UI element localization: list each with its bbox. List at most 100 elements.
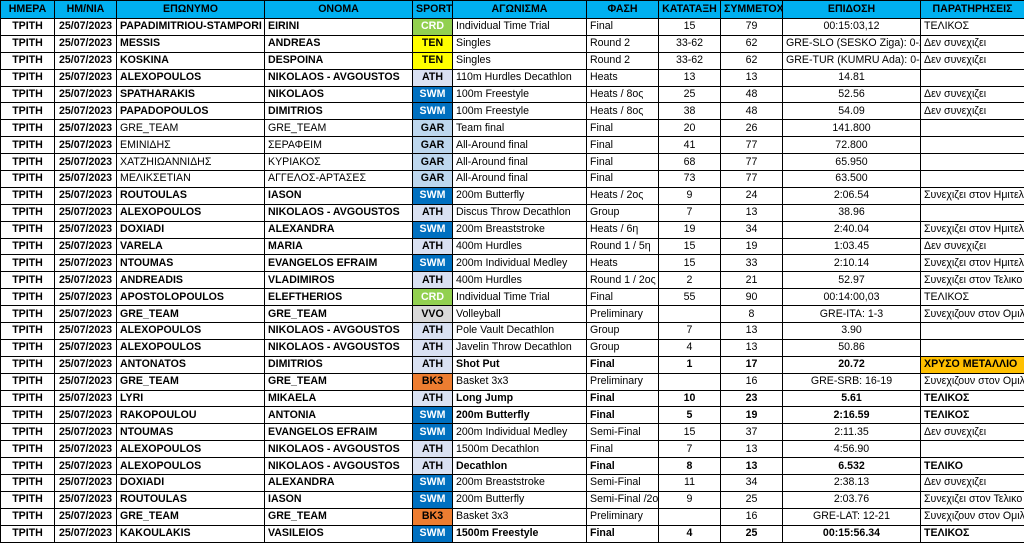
cell-result: 2:38.13 (783, 475, 921, 492)
cell-entries: 25 (721, 491, 783, 508)
column-header-surname: ΕΠΩΝΥΜΟ (117, 1, 265, 19)
cell-sport: ATH (413, 323, 453, 340)
table-row: ΤΡΙΤΗ25/07/2023ALEXOPOULOSNIKOLAOS - AVG… (1, 441, 1024, 458)
cell-result: GRE-SLO (SESKO Ziga): 0-2 (783, 35, 921, 52)
cell-sport: BK3 (413, 373, 453, 390)
cell-surname: DOXIADI (117, 475, 265, 492)
cell-sport: SWM (413, 103, 453, 120)
column-header-day: ΗΜΕΡΑ (1, 1, 55, 19)
cell-notes (921, 120, 1024, 137)
table-row: ΤΡΙΤΗ25/07/2023RAKOPOULOUANTONIASWM200m … (1, 407, 1024, 424)
cell-surname: ALEXOPOULOS (117, 69, 265, 86)
cell-entries: 16 (721, 373, 783, 390)
cell-date: 25/07/2023 (55, 339, 117, 356)
cell-sport: ATH (413, 69, 453, 86)
cell-rank: 9 (659, 187, 721, 204)
cell-event: Pole Vault Decathlon (453, 323, 587, 340)
cell-name: GRE_TEAM (265, 508, 413, 525)
cell-phase: Round 2 (587, 52, 659, 69)
cell-name: NIKOLAOS - AVGOUSTOS (265, 458, 413, 475)
cell-phase: Final (587, 525, 659, 542)
cell-phase: Semi-Final (587, 424, 659, 441)
cell-day: ΤΡΙΤΗ (1, 339, 55, 356)
cell-date: 25/07/2023 (55, 69, 117, 86)
cell-day: ΤΡΙΤΗ (1, 154, 55, 171)
cell-event: 200m Butterfly (453, 187, 587, 204)
cell-event: Volleyball (453, 306, 587, 323)
cell-phase: Heats / 2ος (587, 187, 659, 204)
cell-day: ΤΡΙΤΗ (1, 120, 55, 137)
cell-day: ΤΡΙΤΗ (1, 390, 55, 407)
cell-sport: TEN (413, 52, 453, 69)
cell-name: DESPOINA (265, 52, 413, 69)
cell-name: NIKOLAOS - AVGOUSTOS (265, 339, 413, 356)
cell-day: ΤΡΙΤΗ (1, 69, 55, 86)
cell-day: ΤΡΙΤΗ (1, 103, 55, 120)
cell-sport: SWM (413, 424, 453, 441)
cell-notes (921, 441, 1024, 458)
cell-notes: ΧΡΥΣΟ ΜΕΤΑΛΛΙΟ (921, 356, 1024, 373)
cell-notes: Συνεχιζει στον Ημιτελικο (921, 221, 1024, 238)
results-table: ΗΜΕΡΑΗΜ/ΝΙΑΕΠΩΝΥΜΟΟΝΟΜΑSPORTΑΓΩΝΙΣΜΑΦΑΣΗ… (0, 0, 1024, 543)
cell-surname: ROUTOULAS (117, 491, 265, 508)
table-row: ΤΡΙΤΗ25/07/2023ALEXOPOULOSNIKOLAOS - AVG… (1, 69, 1024, 86)
cell-phase: Preliminary (587, 373, 659, 390)
cell-name: VLADIMIROS (265, 272, 413, 289)
cell-surname: GRE_TEAM (117, 373, 265, 390)
cell-surname: VARELA (117, 238, 265, 255)
cell-name: NIKOLAOS - AVGOUSTOS (265, 69, 413, 86)
cell-result: 3.90 (783, 323, 921, 340)
cell-rank: 7 (659, 441, 721, 458)
cell-event: 200m Breaststroke (453, 221, 587, 238)
table-row: ΤΡΙΤΗ25/07/2023VARELAMARIAATH400m Hurdle… (1, 238, 1024, 255)
cell-sport: SWM (413, 86, 453, 103)
cell-name: ΣΕΡΑΦΕΙΜ (265, 137, 413, 154)
table-row: ΤΡΙΤΗ25/07/2023ALEXOPOULOSNIKOLAOS - AVG… (1, 323, 1024, 340)
cell-rank: 10 (659, 390, 721, 407)
cell-entries: 13 (721, 339, 783, 356)
cell-rank: 15 (659, 255, 721, 272)
cell-entries: 48 (721, 86, 783, 103)
cell-surname: ALEXOPOULOS (117, 339, 265, 356)
column-header-result: ΕΠΙΔΟΣΗ (783, 1, 921, 19)
cell-day: ΤΡΙΤΗ (1, 171, 55, 188)
cell-surname: ΕΜΙΝΙΔΗΣ (117, 137, 265, 154)
cell-phase: Preliminary (587, 508, 659, 525)
cell-entries: 13 (721, 441, 783, 458)
cell-phase: Final (587, 441, 659, 458)
cell-sport: SWM (413, 475, 453, 492)
table-row: ΤΡΙΤΗ25/07/2023APOSTOLOPOULOSELEFTHERIOS… (1, 289, 1024, 306)
cell-notes: Δεν συνεχιζει (921, 238, 1024, 255)
cell-surname: NTOUMAS (117, 255, 265, 272)
cell-phase: Final (587, 390, 659, 407)
cell-phase: Round 1 / 2ος (587, 272, 659, 289)
cell-result: GRE-SRB: 16-19 (783, 373, 921, 390)
cell-notes: Συνεχιζουν στον Ομιλο (921, 373, 1024, 390)
cell-date: 25/07/2023 (55, 120, 117, 137)
cell-surname: PAPADIMITRIOU-STAMPORI (117, 19, 265, 36)
cell-sport: SWM (413, 407, 453, 424)
cell-day: ΤΡΙΤΗ (1, 407, 55, 424)
cell-event: Shot Put (453, 356, 587, 373)
cell-event: Javelin Throw Decathlon (453, 339, 587, 356)
cell-rank: 15 (659, 19, 721, 36)
cell-date: 25/07/2023 (55, 306, 117, 323)
table-row: ΤΡΙΤΗ25/07/2023LYRIMIKAELAATHLong JumpFi… (1, 390, 1024, 407)
cell-result: 00:15:56.34 (783, 525, 921, 542)
cell-event: Singles (453, 35, 587, 52)
cell-date: 25/07/2023 (55, 289, 117, 306)
cell-result: GRE-TUR (KUMRU Ada): 0-2 (783, 52, 921, 69)
column-header-entries: ΣΥΜΜΕΤΟΧΗ (721, 1, 783, 19)
cell-notes: Δεν συνεχιζει (921, 475, 1024, 492)
cell-phase: Group (587, 339, 659, 356)
table-row: ΤΡΙΤΗ25/07/2023KAKOULAKISVASILEIOSSWM150… (1, 525, 1024, 542)
cell-entries: 79 (721, 19, 783, 36)
cell-surname: DOXIADI (117, 221, 265, 238)
cell-phase: Final (587, 171, 659, 188)
cell-notes: ΤΕΛΙΚΟΣ (921, 19, 1024, 36)
cell-result: GRE-ITA: 1-3 (783, 306, 921, 323)
cell-entries: 17 (721, 356, 783, 373)
cell-surname: NTOUMAS (117, 424, 265, 441)
cell-event: 1500m Decathlon (453, 441, 587, 458)
cell-name: ANDREAS (265, 35, 413, 52)
